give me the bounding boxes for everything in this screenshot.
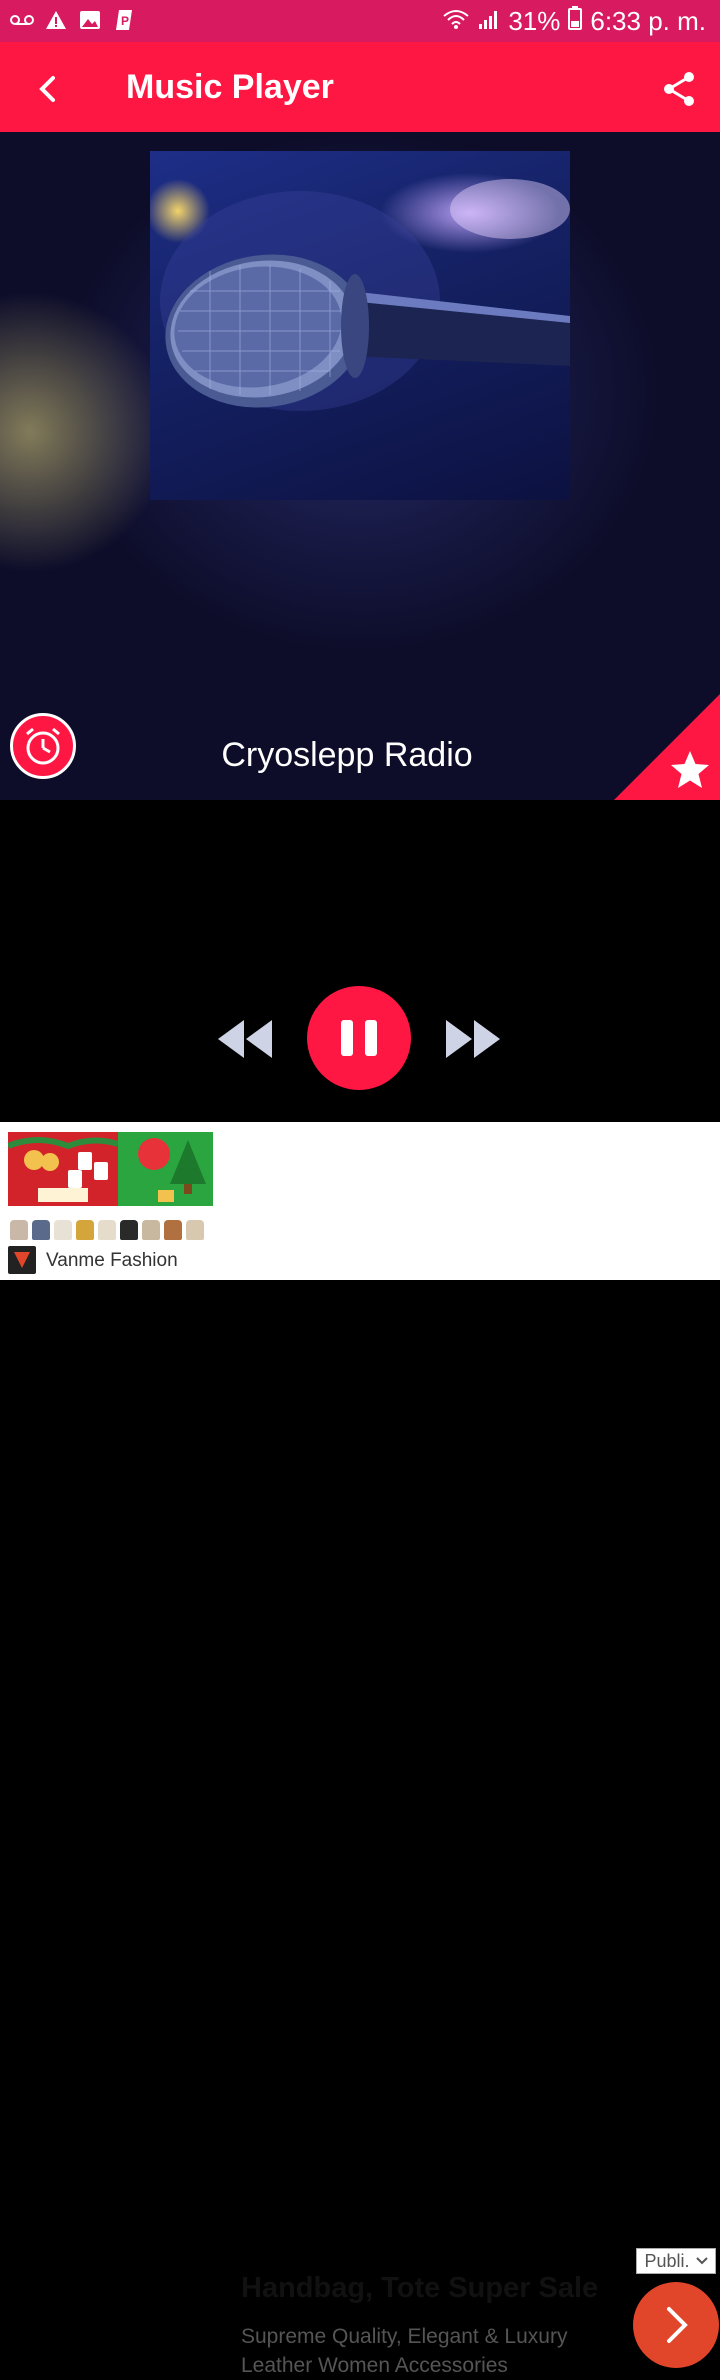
page-title: Music Player xyxy=(126,68,334,106)
voicemail-icon xyxy=(10,8,34,32)
ad-image[interactable] xyxy=(8,1132,213,1244)
wifi-icon xyxy=(442,6,470,37)
ad-image-tree-panel xyxy=(118,1132,213,1206)
station-name: Cryoslepp Radio xyxy=(221,736,473,774)
signal-icon xyxy=(478,6,500,37)
bag-thumb xyxy=(32,1220,50,1240)
pause-icon xyxy=(341,1020,377,1056)
rewind-button[interactable] xyxy=(216,1012,274,1066)
battery-icon xyxy=(568,6,583,37)
ad-brand-logo xyxy=(8,1246,36,1274)
back-button[interactable] xyxy=(22,64,72,114)
image-icon xyxy=(78,8,102,32)
bag-thumb xyxy=(76,1220,94,1240)
star-icon[interactable] xyxy=(668,748,712,792)
ad-brand-name: Vanme Fashion xyxy=(46,1250,178,1271)
ad-cta-button[interactable] xyxy=(633,2282,719,2368)
chevron-down-icon xyxy=(695,2257,708,2265)
bag-thumb xyxy=(186,1220,204,1240)
status-right: 31% 6:33 p. m. xyxy=(442,6,706,37)
microphone-image xyxy=(160,179,570,411)
playback-controls xyxy=(0,986,720,1092)
ad-bags-row xyxy=(8,1206,213,1244)
bag-thumb xyxy=(10,1220,28,1240)
svg-text:P: P xyxy=(121,14,129,28)
bag-thumb xyxy=(164,1220,182,1240)
battery-percent: 31% xyxy=(508,6,561,36)
ad-image-sale-panel xyxy=(8,1132,119,1206)
ad-label-text: Publi. xyxy=(644,2250,690,2271)
chevron-right-icon xyxy=(667,2307,688,2343)
brand-logo-icon xyxy=(14,1252,30,1268)
album-art xyxy=(150,151,570,500)
ad-sale-graphic xyxy=(8,1137,119,1202)
notification-icons: P xyxy=(10,8,136,32)
ad-choices-label[interactable]: Publi. xyxy=(636,2248,716,2274)
bag-thumb xyxy=(98,1220,116,1240)
clock-time: 6:33 p. m. xyxy=(590,6,706,36)
bag-thumb xyxy=(120,1220,138,1240)
back-arrow-icon xyxy=(39,76,55,102)
bag-thumb xyxy=(54,1220,72,1240)
now-playing-panel: Cryoslepp Radio xyxy=(0,132,720,800)
bag-thumb xyxy=(142,1220,160,1240)
app-bar: Music Player xyxy=(0,42,720,132)
share-button[interactable] xyxy=(654,64,704,114)
app-p-icon: P xyxy=(112,8,136,32)
ad-title[interactable]: Handbag, Tote Super Sale xyxy=(241,2272,598,2305)
fast-forward-button[interactable] xyxy=(444,1012,502,1066)
ad-description[interactable]: Supreme Quality, Elegant & Luxury Leathe… xyxy=(241,2322,601,2380)
warning-icon xyxy=(44,8,68,32)
christmas-tree-graphic xyxy=(138,1138,206,1202)
pause-button[interactable] xyxy=(307,986,411,1090)
status-bar: P 31% 6:33 p. m. xyxy=(0,0,720,42)
share-icon xyxy=(664,72,694,106)
